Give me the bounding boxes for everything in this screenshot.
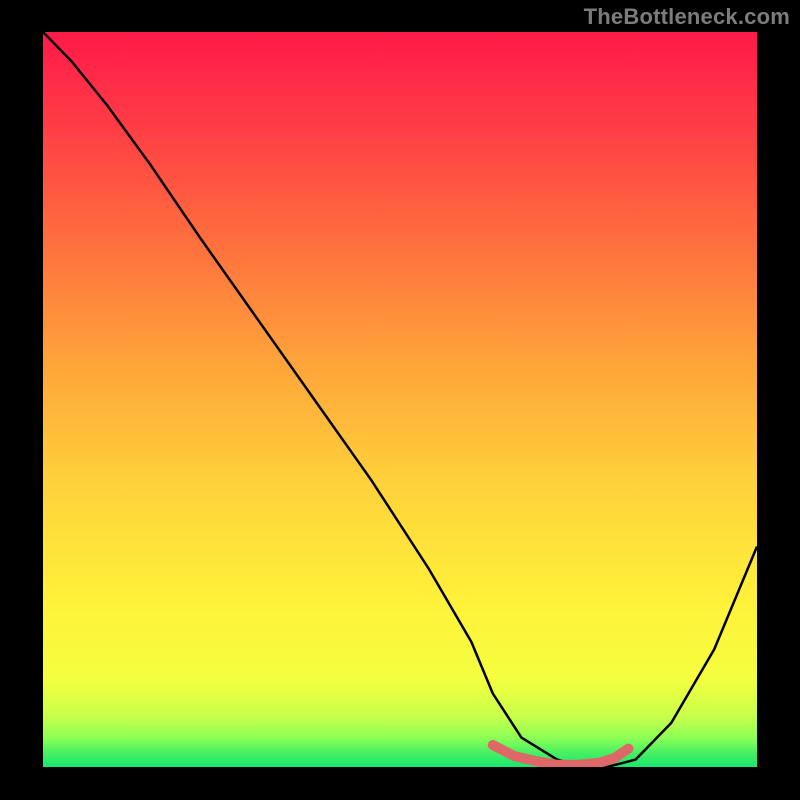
chart-frame: TheBottleneck.com [0, 0, 800, 800]
plot-area [43, 32, 757, 767]
chart-svg [43, 32, 757, 767]
gradient-bg [43, 32, 757, 767]
watermark-text: TheBottleneck.com [584, 4, 790, 30]
